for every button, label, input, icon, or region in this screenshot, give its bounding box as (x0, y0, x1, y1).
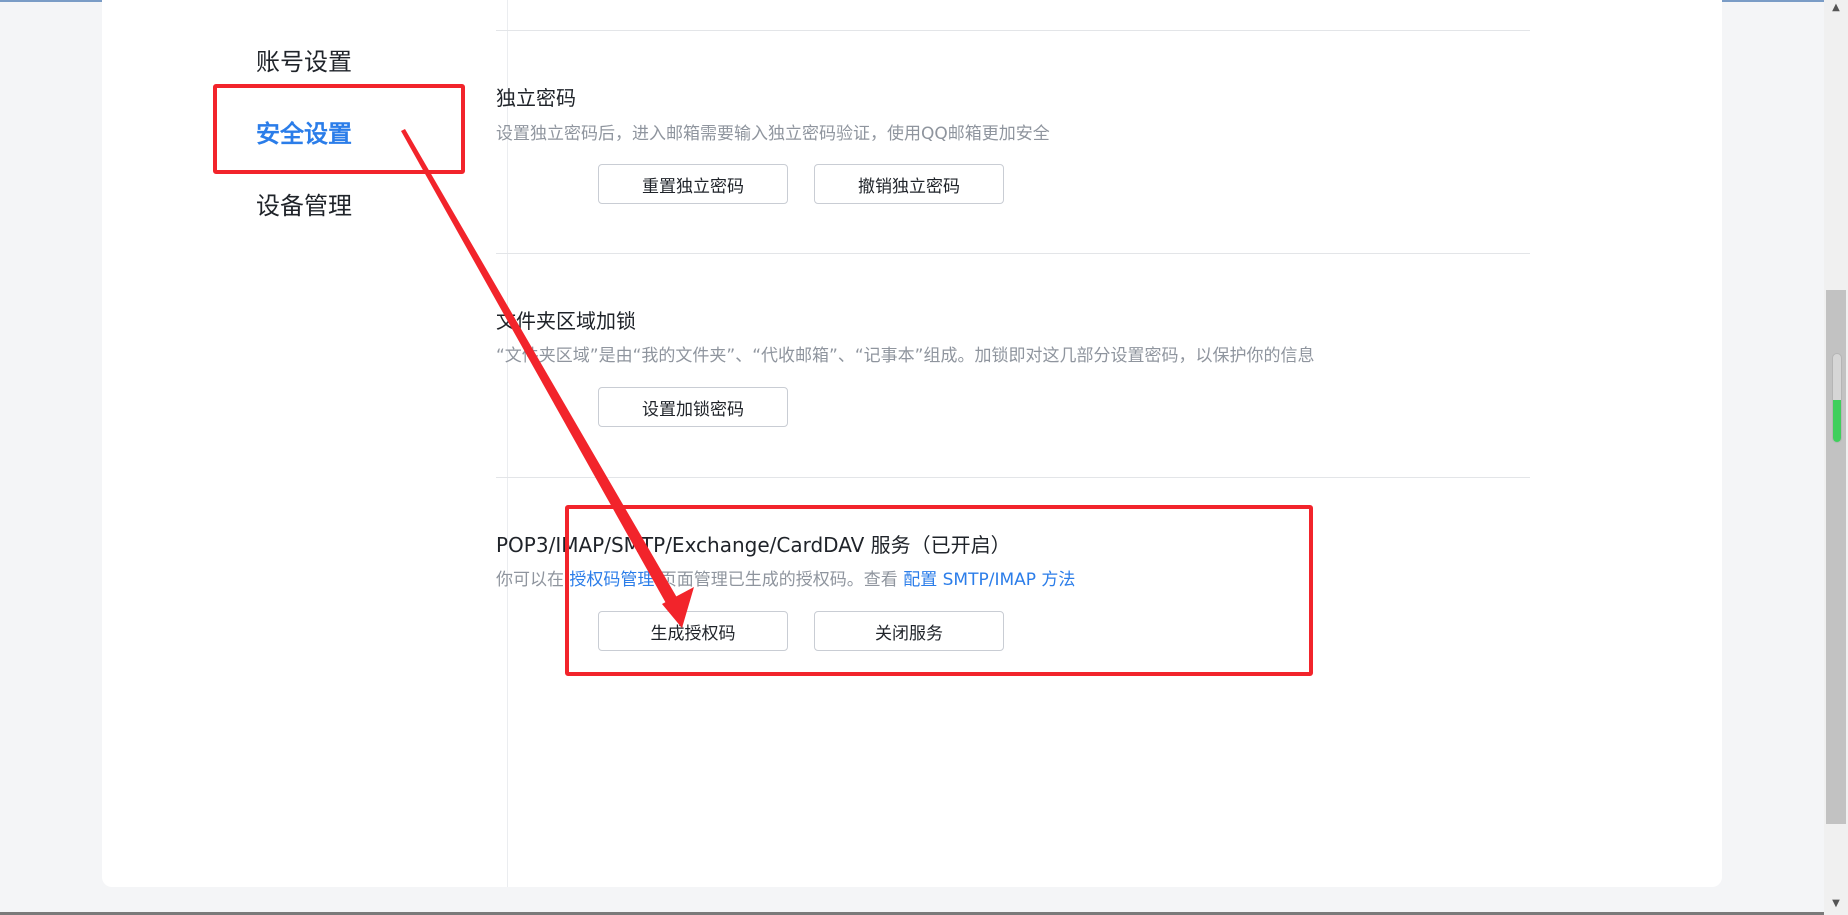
scroll-up-icon[interactable]: ▲ (1826, 0, 1846, 16)
set-lock-password-button[interactable]: 设置加锁密码 (598, 387, 788, 427)
revoke-password-button[interactable]: 撤销独立密码 (814, 164, 1004, 204)
sidebar-item-devices[interactable]: 设备管理 (256, 186, 352, 221)
service-desc-middle: 页面管理已生成的授权码。查看 (654, 570, 904, 590)
sidebar-item-security[interactable]: 安全设置 (256, 114, 352, 149)
password-section-title: 独立密码 (496, 86, 576, 110)
inner-scroll-indicator[interactable] (1832, 353, 1842, 443)
generate-auth-code-button[interactable]: 生成授权码 (598, 611, 788, 651)
folder-lock-section-desc: “文件夹区域”是由“我的文件夹”、“代收邮箱”、“记事本”组成。加锁即对这几部分… (496, 346, 1315, 366)
service-section-title: POP3/IMAP/SMTP/Exchange/CardDAV 服务（已开启） (496, 533, 1011, 557)
settings-sidebar: 账号设置 安全设置 设备管理 (102, 0, 508, 887)
reset-password-button[interactable]: 重置独立密码 (598, 164, 788, 204)
scroll-down-icon[interactable]: ▼ (1826, 896, 1846, 912)
auth-code-management-link[interactable]: 授权码管理 (569, 570, 654, 590)
section-divider (496, 30, 1530, 31)
service-desc-prefix: 你可以在 (496, 570, 570, 590)
section-divider (496, 253, 1530, 254)
password-section-desc: 设置独立密码后，进入邮箱需要输入独立密码验证，使用QQ邮箱更加安全 (496, 124, 1050, 144)
close-service-button[interactable]: 关闭服务 (814, 611, 1004, 651)
folder-lock-section-title: 文件夹区域加锁 (496, 309, 636, 333)
inner-scroll-fill (1833, 399, 1841, 442)
configure-smtp-imap-link[interactable]: 配置 SMTP/IMAP 方法 (903, 570, 1075, 590)
service-section-desc: 你可以在 授权码管理 页面管理已生成的授权码。查看 配置 SMTP/IMAP 方… (496, 565, 1075, 590)
sidebar-item-account[interactable]: 账号设置 (256, 42, 352, 77)
section-divider (496, 477, 1530, 478)
